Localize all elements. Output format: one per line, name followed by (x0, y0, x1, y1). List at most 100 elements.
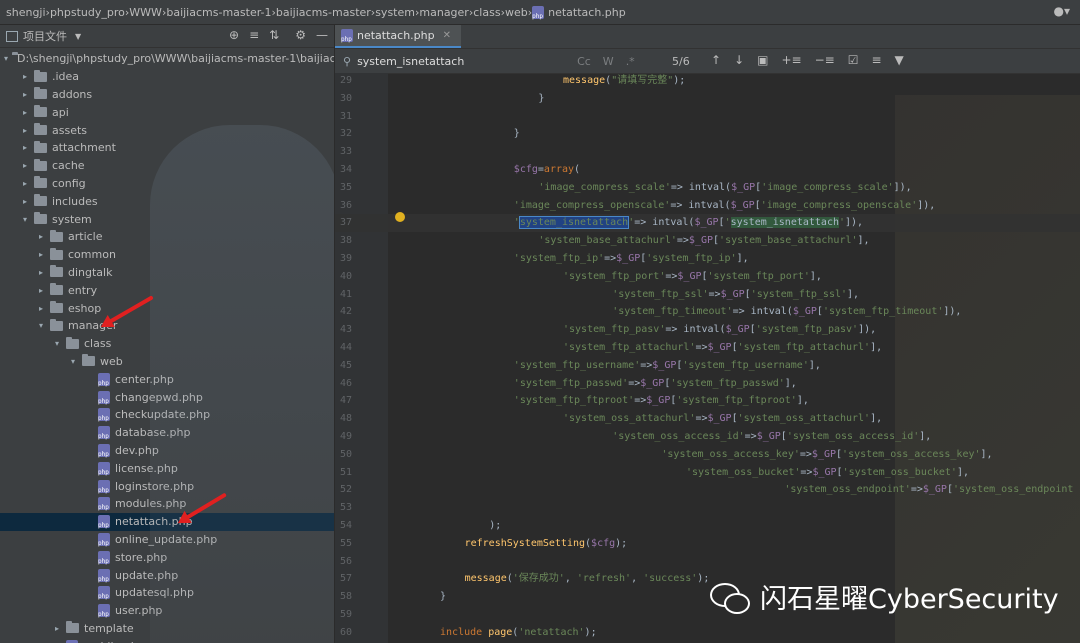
chevron-down-icon[interactable]: ▾ (4, 54, 8, 63)
chevron-right-icon[interactable]: ▸ (20, 197, 30, 206)
tree-file-item[interactable]: modules.php (0, 495, 334, 513)
tree-folder-item[interactable]: ▸ common (0, 246, 334, 264)
tree-folder-item[interactable]: ▸ dingtalk (0, 264, 334, 282)
breadcrumb-item[interactable]: netattach.php (532, 5, 626, 20)
chevron-down-icon[interactable]: ▾ (52, 339, 62, 348)
code-line[interactable]: 33 (335, 143, 1080, 161)
code-area[interactable]: 29 message("请填写完整"); 30} 31 32} 33 34 $cfg=arra… (335, 73, 1080, 643)
tree-file-item[interactable]: dev.php (0, 442, 334, 460)
intention-bulb-icon[interactable] (395, 212, 405, 222)
code-line[interactable]: 48 'system_oss_attachurl'=>$_GP['system_o… (335, 410, 1080, 428)
code-line[interactable]: 32} (335, 125, 1080, 143)
code-line[interactable]: 35 'image_compress_scale'=> intval($_GP['… (335, 179, 1080, 197)
regex-toggle[interactable]: .* (626, 55, 635, 68)
code-line[interactable]: 41 'system_ftp_ssl'=>$_GP['system_ftp_ssl… (335, 286, 1080, 304)
tree-folder-item[interactable]: ▾ D:\shengji\phpstudy_pro\WWW\baijiacms-m… (0, 50, 334, 68)
select-all-matches-icon[interactable]: ☑ (848, 53, 859, 67)
whole-word-toggle[interactable]: W (603, 55, 614, 68)
chevron-right-icon[interactable]: ▸ (36, 232, 46, 241)
tree-folder-item[interactable]: ▸ attachment (0, 139, 334, 157)
breadcrumb-item[interactable]: manager (419, 6, 468, 19)
code-line[interactable]: 55 refreshSystemSetting($cfg); (335, 535, 1080, 553)
tree-folder-item[interactable]: ▾ class (0, 335, 334, 353)
add-occurrence-icon[interactable]: +≡ (781, 53, 801, 67)
collapse-all-icon[interactable]: ≡ (249, 28, 259, 42)
tree-file-item[interactable]: loginstore.php (0, 477, 334, 495)
chevron-right-icon[interactable]: ▸ (20, 72, 30, 81)
code-line[interactable]: 36 'image_compress_openscale'=> intval($_… (335, 197, 1080, 215)
chevron-right-icon[interactable]: ▸ (20, 108, 30, 117)
expand-all-icon[interactable]: ⇅ (269, 28, 279, 42)
tree-file-item[interactable]: updatesql.php (0, 584, 334, 602)
breadcrumb-item[interactable]: shengji (6, 6, 46, 19)
tree-folder-item[interactable]: ▾ manager (0, 317, 334, 335)
code-line[interactable]: 38 'system_base_attachurl'=>$_GP['system_… (335, 232, 1080, 250)
code-line[interactable]: 44 'system_ftp_attachurl'=>$_GP['system_f… (335, 339, 1080, 357)
user-icon[interactable]: ●▾ (1054, 4, 1071, 18)
tree-file-item[interactable]: license.php (0, 459, 334, 477)
code-line[interactable]: 53 (335, 499, 1080, 517)
tree-folder-item[interactable]: ▾ system (0, 210, 334, 228)
chevron-right-icon[interactable]: ▸ (20, 143, 30, 152)
breadcrumb-item[interactable]: phpstudy_pro (50, 6, 125, 19)
select-all-occurrences-icon[interactable]: ▣ (757, 53, 768, 67)
breadcrumb-item[interactable]: WWW (129, 6, 162, 19)
tab-netattach[interactable]: netattach.php ✕ (335, 25, 462, 48)
code-line[interactable]: 37 'system_isnetattach'=> intval($_GP['sy… (335, 214, 1080, 233)
tree-file-item[interactable]: store.php (0, 548, 334, 566)
breadcrumb-item[interactable]: baijiacms-master (276, 6, 371, 19)
locate-file-icon[interactable]: ⊕ (229, 28, 239, 42)
code-line[interactable]: 39 'system_ftp_ip'=>$_GP['system_ftp_ip']… (335, 250, 1080, 268)
code-line[interactable]: 42 'system_ftp_timeout'=> intval($_GP['sy… (335, 303, 1080, 321)
tree-folder-item[interactable]: ▸ article (0, 228, 334, 246)
code-line[interactable]: 45 'system_ftp_username'=>$_GP['system_ft… (335, 357, 1080, 375)
search-icon[interactable]: ⚲ (343, 55, 351, 68)
filter-icon[interactable]: ▼ (895, 53, 904, 67)
breadcrumb-item[interactable]: web (505, 6, 528, 19)
tree-file-item[interactable]: netattach.php (0, 512, 334, 531)
chevron-right-icon[interactable]: ▸ (52, 624, 62, 633)
tree-file-item[interactable]: user.php (0, 602, 334, 620)
chevron-right-icon[interactable]: ▸ (20, 179, 30, 188)
chevron-down-icon[interactable]: ▾ (36, 321, 46, 330)
tree-folder-item[interactable]: ▸ template (0, 620, 334, 638)
chevron-right-icon[interactable]: ▸ (36, 304, 46, 313)
tree-file-item[interactable]: changepwd.php (0, 388, 334, 406)
code-line[interactable]: 40 'system_ftp_port'=>$_GP['system_ftp_po… (335, 268, 1080, 286)
gear-icon[interactable]: ⚙ (295, 28, 306, 42)
breadcrumb-item[interactable]: class (473, 6, 500, 19)
tree-folder-item[interactable]: ▾ web (0, 353, 334, 371)
tree-folder-item[interactable]: ▸ includes (0, 192, 334, 210)
code-line[interactable]: 47 'system_ftp_ftproot'=>$_GP['system_ftp… (335, 392, 1080, 410)
hide-panel-icon[interactable]: — (316, 28, 328, 42)
breadcrumb-item[interactable]: baijiacms-master-1 (166, 6, 271, 19)
tree-folder-item[interactable]: ▸ api (0, 103, 334, 121)
next-match-icon[interactable]: ↓ (734, 53, 744, 67)
tree-folder-item[interactable]: ▸ config (0, 175, 334, 193)
code-line[interactable]: 56 (335, 553, 1080, 571)
tree-folder-item[interactable]: ▸ addons (0, 86, 334, 104)
code-line[interactable]: 60 include page('netattach'); (335, 624, 1080, 642)
code-line[interactable]: 51 'system_oss_bucket'=>$_GP['system_oss_… (335, 464, 1080, 482)
code-line[interactable]: 49 'system_oss_access_id'=>$_GP['system_o… (335, 428, 1080, 446)
tree-file-item[interactable]: update.php (0, 566, 334, 584)
code-line[interactable]: 50 'system_oss_access_key'=>$_GP['system_… (335, 446, 1080, 464)
remove-occurrence-icon[interactable]: −≡ (815, 53, 835, 67)
multiline-icon[interactable]: ≡ (871, 53, 881, 67)
close-icon[interactable]: ✕ (443, 30, 451, 41)
tree-file-item[interactable]: checkupdate.php (0, 406, 334, 424)
breadcrumb-item[interactable]: system (375, 6, 415, 19)
chevron-right-icon[interactable]: ▸ (36, 286, 46, 295)
code-line[interactable]: 34 $cfg=array( (335, 161, 1080, 179)
tree-file-item[interactable]: online_update.php (0, 531, 334, 549)
project-panel-title[interactable]: 项目文件 ▼ (6, 28, 81, 44)
search-input[interactable]: system_isnetattach (357, 55, 557, 68)
match-case-toggle[interactable]: Cc (577, 55, 591, 68)
tree-folder-item[interactable]: ▸ .idea (0, 68, 334, 86)
chevron-right-icon[interactable]: ▸ (20, 90, 30, 99)
code-line[interactable]: 46 'system_ftp_passwd'=>$_GP['system_ftp_… (335, 375, 1080, 393)
tree-file-item[interactable]: database.php (0, 424, 334, 442)
code-line[interactable]: 52 'system_oss_endpoint'=>$_GP['system_os… (335, 481, 1080, 499)
tree-folder-item[interactable]: ▸ assets (0, 121, 334, 139)
tree-file-item[interactable]: center.php (0, 370, 334, 388)
